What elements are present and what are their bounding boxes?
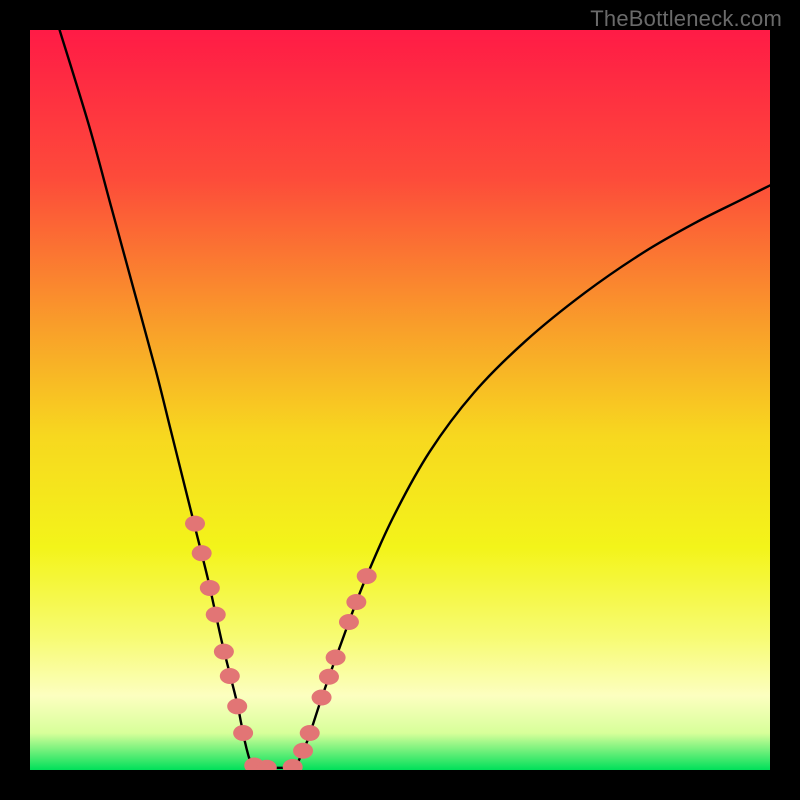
data-point-marker	[326, 650, 346, 666]
data-point-marker	[185, 516, 205, 532]
data-point-marker	[192, 545, 212, 561]
data-point-marker	[220, 668, 240, 684]
data-point-marker	[227, 698, 247, 714]
watermark-text: TheBottleneck.com	[590, 6, 782, 32]
data-point-marker	[339, 614, 359, 630]
data-point-marker	[293, 743, 313, 759]
data-point-marker	[346, 594, 366, 610]
data-point-marker	[300, 725, 320, 741]
data-point-marker	[357, 568, 377, 584]
data-point-marker	[206, 607, 226, 623]
gradient-background	[30, 30, 770, 770]
plot-area	[30, 30, 770, 770]
data-point-marker	[319, 669, 339, 685]
data-point-marker	[233, 725, 253, 741]
data-point-marker	[312, 689, 332, 705]
data-point-marker	[200, 580, 220, 596]
chart-frame: TheBottleneck.com	[0, 0, 800, 800]
chart-svg	[30, 30, 770, 770]
data-point-marker	[214, 644, 234, 660]
